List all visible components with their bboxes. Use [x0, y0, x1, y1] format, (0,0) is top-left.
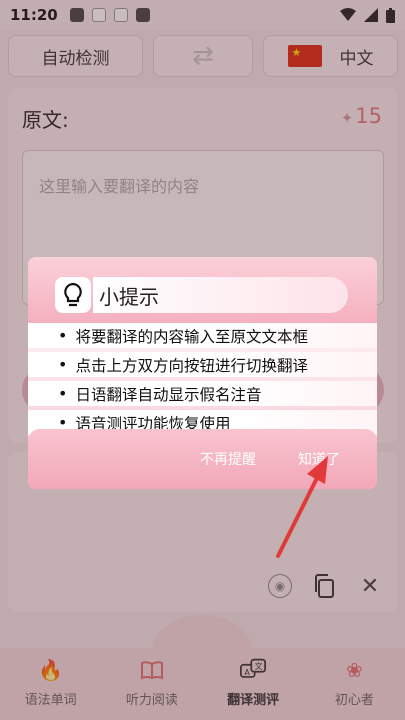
tip-item: 日语翻译自动显示假名注音 [28, 381, 377, 406]
tip-item: 点击上方双方向按钮进行切换翻译 [28, 352, 377, 377]
lightbulb-icon [55, 277, 91, 313]
dont-remind-button[interactable]: 不再提醒 [200, 449, 256, 469]
tip-title: 小提示 [93, 277, 348, 313]
tip-item: 将要翻译的内容输入至原文文本框 [28, 323, 377, 348]
got-it-button[interactable]: 知道了 [298, 449, 340, 469]
tip-list: 将要翻译的内容输入至原文文本框 点击上方双方向按钮进行切换翻译 日语翻译自动显示… [28, 323, 377, 439]
tip-dialog: 小提示 将要翻译的内容输入至原文文本框 点击上方双方向按钮进行切换翻译 日语翻译… [28, 257, 377, 489]
tip-title-text: 小提示 [99, 284, 159, 309]
